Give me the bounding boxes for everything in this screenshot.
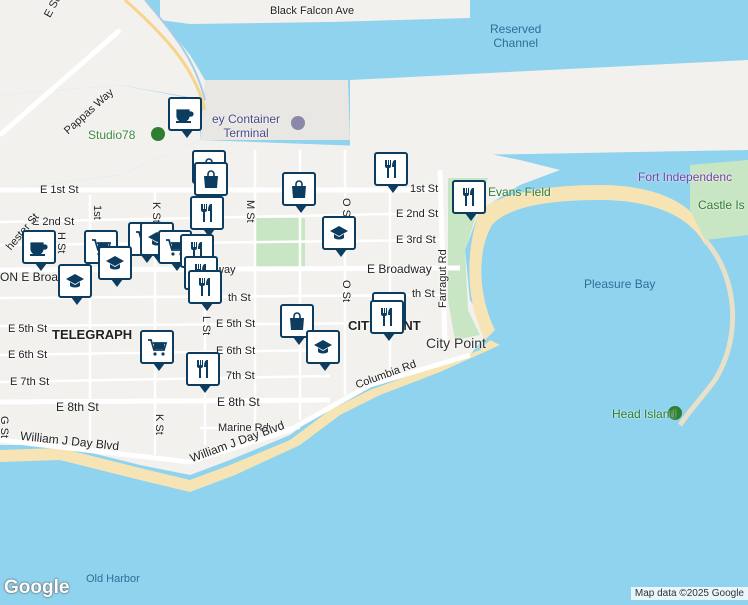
school-icon xyxy=(329,223,349,243)
street-label-black-falcon: Black Falcon Ave xyxy=(270,5,355,17)
shopping-pin[interactable] xyxy=(194,162,228,203)
school-pin[interactable] xyxy=(306,330,340,371)
place-label-container-terminal: ey Container Terminal xyxy=(212,112,281,140)
restaurant-icon xyxy=(197,203,217,223)
street-label-4th-frag: th St xyxy=(228,292,251,304)
place-label-telegraph: TELEGRAPH xyxy=(52,327,133,342)
restaurant-pin[interactable] xyxy=(452,180,486,221)
street-label-h-st: H St xyxy=(55,232,67,254)
street-label-e-5th-west: E 5th St xyxy=(8,323,48,335)
street-label-e-8th-mid: E 8th St xyxy=(217,395,260,409)
street-label-e-8th-west: E 8th St xyxy=(56,400,99,414)
street-label-k-st-s: K St xyxy=(153,414,165,435)
coffee-icon xyxy=(29,237,49,257)
restaurant-icon xyxy=(459,187,479,207)
coffee-pin[interactable] xyxy=(168,97,202,138)
street-label-m-st: M St xyxy=(244,200,256,223)
shopping-bag-icon xyxy=(287,311,307,331)
street-label-e-broadway-west: ON E Broa xyxy=(0,270,59,284)
street-label-e-6th-west: E 6th St xyxy=(8,349,48,361)
school-pin[interactable] xyxy=(58,264,92,305)
street-label-e-1st-west: E 1st St xyxy=(40,184,79,196)
street-label-e-6th-mid: E 6th St xyxy=(216,345,256,357)
coffee-pin[interactable] xyxy=(22,230,56,271)
place-label-castle-island: Castle Is xyxy=(698,198,745,212)
grocery-pin[interactable] xyxy=(140,330,174,371)
street-label-l-st: L St xyxy=(200,316,212,336)
school-pin[interactable] xyxy=(98,246,132,287)
street-label-g-st: G St xyxy=(0,416,10,439)
restaurant-pin[interactable] xyxy=(374,152,408,193)
street-label-e-7th-west: E 7th St xyxy=(10,376,50,388)
street-label-e-1st-east: 1st St xyxy=(410,183,439,195)
water-label-old-harbor: Old Harbor xyxy=(86,573,140,585)
place-label-studio78: Studio78 xyxy=(88,128,136,142)
water-label-pleasure-bay: Pleasure Bay xyxy=(584,277,656,291)
school-icon xyxy=(313,337,333,357)
restaurant-pin[interactable] xyxy=(186,352,220,393)
place-label-evans-field: Evans Field xyxy=(488,185,551,199)
google-logo: Google xyxy=(4,577,70,598)
place-label-fort-independence: Fort Independenc xyxy=(638,170,733,184)
restaurant-icon xyxy=(193,359,213,379)
restaurant-icon xyxy=(195,277,215,297)
street-label-e-5th-mid: E 5th St xyxy=(216,318,256,330)
school-pin[interactable] xyxy=(322,216,356,257)
street-label-4th-east: th St xyxy=(412,288,435,300)
restaurant-pin[interactable] xyxy=(370,300,404,341)
school-icon xyxy=(105,253,125,273)
street-label-e-broadway: E Broadway xyxy=(367,262,432,276)
restaurant-icon xyxy=(381,159,401,179)
school-icon xyxy=(65,271,85,291)
map-attribution[interactable]: Map data ©2025 Google xyxy=(630,587,748,600)
shopping-pin[interactable] xyxy=(282,172,316,213)
coffee-icon xyxy=(175,104,195,124)
street-label-farragut: Farragut Rd xyxy=(437,249,449,308)
street-label-e-2nd-east: E 2nd St xyxy=(396,208,439,220)
place-label-head-island: Head Island xyxy=(612,407,677,421)
restaurant-pin[interactable] xyxy=(190,196,224,237)
shopping-bag-icon xyxy=(289,179,309,199)
restaurant-pin[interactable] xyxy=(188,270,222,311)
street-label-e-3rd-east: E 3rd St xyxy=(396,234,436,246)
water-label-reserved-channel: Reserved Channel xyxy=(490,22,542,50)
shopping-bag-icon xyxy=(201,169,221,189)
street-label-o-st-s: O St xyxy=(340,280,352,303)
grocery-cart-icon xyxy=(147,337,167,357)
street-label-k-st-n: K St xyxy=(150,202,162,223)
place-label-city-point-road: City Point xyxy=(426,335,486,351)
map-canvas[interactable]: Black Falcon Ave E 1st St 1st St E 2nd S… xyxy=(0,0,748,600)
street-label-e-7th-mid: 7th St xyxy=(226,370,255,382)
restaurant-icon xyxy=(377,307,397,327)
street-label-first-st: 1st xyxy=(91,205,103,220)
